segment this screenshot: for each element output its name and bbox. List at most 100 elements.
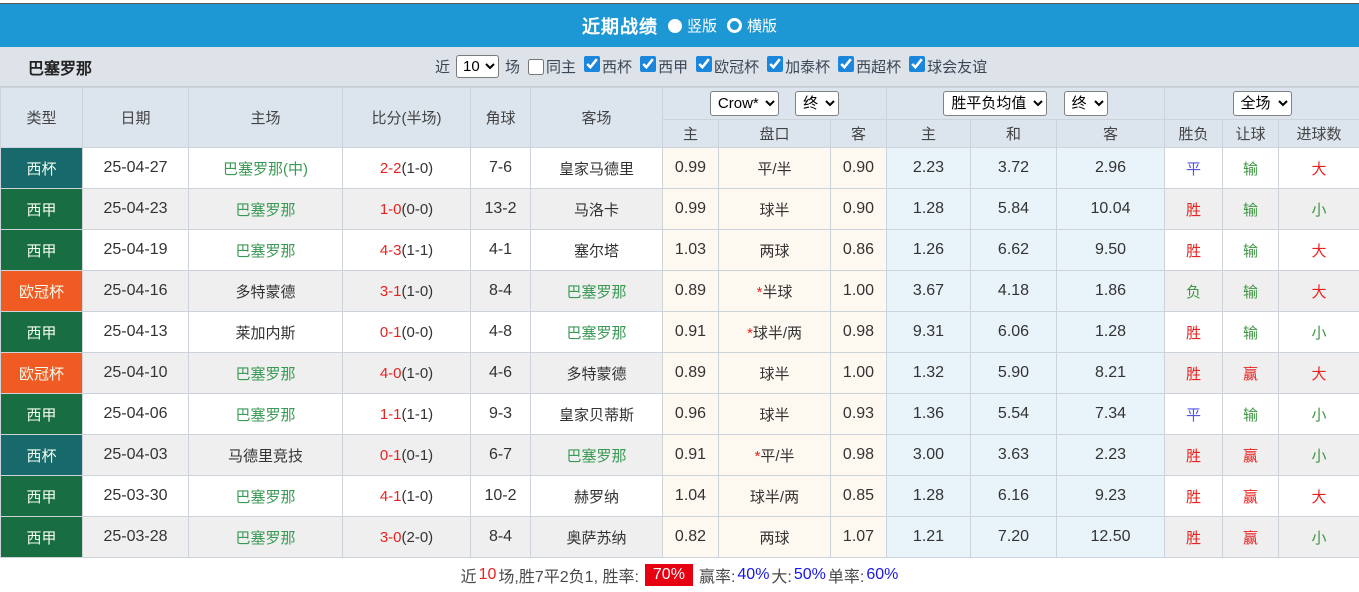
halftime-score: (1-0) [401, 282, 434, 300]
type-badge: 西杯 [0, 434, 83, 476]
competition-checkbox-1[interactable] [640, 56, 657, 72]
result-cell: 胜 [1164, 311, 1224, 353]
subheader-avg-away: 客 [1055, 119, 1166, 148]
handicap-away-odds: 0.98 [830, 434, 887, 476]
avg-home-odds: 1.21 [886, 516, 971, 558]
horizontal-radio-unselected[interactable] [727, 18, 742, 33]
competition-checkbox-3[interactable] [767, 56, 784, 72]
subheader-handicap-home: 主 [662, 119, 719, 148]
date-cell: 25-04-16 [82, 270, 189, 312]
corner-cell: 13-2 [470, 188, 531, 230]
handicap-line: 球半 [718, 393, 831, 435]
result-cell: 胜 [1164, 352, 1224, 394]
same-home-label[interactable]: 同主 [546, 56, 576, 77]
let-ball-result-cell: 输 [1222, 270, 1280, 312]
competition-checkbox-4[interactable] [838, 56, 855, 72]
col-header-corner: 角球 [470, 87, 531, 148]
competition-label-3[interactable]: 加泰杯 [785, 59, 830, 76]
handicap-away-odds: 0.86 [830, 229, 887, 271]
near-label: 近 [435, 59, 451, 76]
type-badge: 西甲 [0, 475, 83, 517]
type-badge: 欧冠杯 [0, 270, 83, 312]
let-ball-result-cell: 输 [1222, 147, 1280, 189]
type-badge: 西甲 [0, 188, 83, 230]
summary-text-5: 40% [737, 566, 770, 583]
handicap-line: *半球 [718, 270, 831, 312]
avg-draw-odds: 6.16 [970, 475, 1057, 517]
avg-away-odds: 9.50 [1055, 229, 1166, 271]
competition-checkbox-5[interactable] [909, 56, 926, 72]
avg-away-odds: 2.96 [1055, 147, 1166, 189]
competition-label-0[interactable]: 西杯 [602, 59, 632, 76]
score-cell: 1-0(0-0) [342, 188, 471, 230]
bookmaker-time-select[interactable]: 终 [795, 91, 840, 116]
corner-cell: 6-7 [470, 434, 531, 476]
avg-odds-select[interactable]: 胜平负均值 [943, 91, 1048, 116]
avg-draw-odds: 5.90 [970, 352, 1057, 394]
competition-label-1[interactable]: 西甲 [658, 59, 688, 76]
avg-home-odds: 1.26 [886, 229, 971, 271]
type-badge: 西甲 [0, 311, 83, 353]
subheader-result: 胜负 [1164, 119, 1224, 148]
avg-draw-odds: 5.84 [970, 188, 1057, 230]
competition-label-4[interactable]: 西超杯 [856, 59, 901, 76]
fulltime-score: 4-1 [379, 487, 402, 505]
table-row: 西甲 25-04-19 巴塞罗那 4-3(1-1) 4-1 塞尔塔 1.03 两球 0.86 1.… [0, 229, 1359, 271]
competition-checkbox-0[interactable] [584, 56, 601, 72]
same-home-checkbox[interactable] [528, 58, 545, 75]
handicap-home-odds: 0.91 [662, 434, 719, 476]
title-bar: 近期战绩 竖版 横版 [0, 4, 1359, 47]
table-row: 欧冠杯 25-04-16 多特蒙德 3-1(1-0) 8-4 巴塞罗那 0.89 *半球 1.0… [0, 270, 1359, 312]
score-cell: 1-1(1-1) [342, 393, 471, 435]
competition-checkbox-2[interactable] [696, 56, 713, 72]
handicap-home-odds: 1.04 [662, 475, 719, 517]
page-title: 近期战绩 [581, 16, 658, 37]
home-team: 巴塞罗那 [188, 188, 343, 230]
score-cell: 4-1(1-0) [342, 475, 471, 517]
table-row: 西甲 25-04-06 巴塞罗那 1-1(1-1) 9-3 皇家贝蒂斯 0.96 球半 0.93… [0, 393, 1359, 435]
table-row: 西甲 25-04-23 巴塞罗那 1-0(0-0) 13-2 马洛卡 0.99 球半 0.90 1… [0, 188, 1359, 230]
corner-cell: 7-6 [470, 147, 531, 189]
avg-draw-odds: 6.06 [970, 311, 1057, 353]
corner-cell: 8-4 [470, 516, 531, 558]
fulltime-score: 0-1 [379, 323, 402, 341]
goals-result-cell: 大 [1278, 229, 1359, 271]
vertical-radio-selected[interactable] [667, 18, 682, 33]
halftime-score: (2-0) [401, 528, 434, 546]
avg-draw-odds: 3.72 [970, 147, 1057, 189]
avg-away-odds: 10.04 [1055, 188, 1166, 230]
handicap-line: 平/半 [718, 147, 831, 189]
scope-select[interactable]: 全场 [1232, 91, 1292, 116]
result-cell: 胜 [1164, 516, 1224, 558]
halftime-score: (1-0) [401, 159, 434, 177]
competition-label-5[interactable]: 球会友谊 [927, 59, 987, 76]
handicap-home-odds: 0.99 [662, 188, 719, 230]
let-ball-result-cell: 输 [1222, 188, 1280, 230]
avg-away-odds: 12.50 [1055, 516, 1166, 558]
goals-result-cell: 小 [1278, 434, 1359, 476]
away-team: 巴塞罗那 [530, 270, 663, 312]
match-count-select[interactable]: 10 [456, 55, 500, 78]
summary-text-7: 50% [793, 566, 826, 583]
goals-result-cell: 大 [1278, 147, 1359, 189]
score-cell: 3-1(1-0) [342, 270, 471, 312]
away-team: 巴塞罗那 [530, 434, 663, 476]
summary-text-2: 场,胜7平2负1, 胜率: [498, 569, 639, 586]
table-row: 西杯 25-04-03 马德里竞技 0-1(0-1) 6-7 巴塞罗那 0.91 *平/半 0.… [0, 434, 1359, 476]
competition-label-2[interactable]: 欧冠杯 [714, 59, 759, 76]
subheader-avg-draw: 和 [970, 119, 1057, 148]
avg-draw-odds: 3.63 [970, 434, 1057, 476]
avg-time-select[interactable]: 终 [1063, 91, 1108, 116]
bookmaker-select[interactable]: Crow* [709, 91, 779, 116]
date-cell: 25-04-06 [82, 393, 189, 435]
horizontal-radio-label[interactable]: 横版 [747, 15, 777, 36]
avg-draw-odds: 4.18 [970, 270, 1057, 312]
vertical-radio-label[interactable]: 竖版 [687, 15, 717, 36]
score-cell: 2-2(1-0) [342, 147, 471, 189]
handicap-line: 球半 [718, 188, 831, 230]
filter-group: 近 10 场 同主 西杯 西甲 欧冠杯 加泰杯 西超杯 球会友谊 [435, 55, 987, 78]
results-table: 类型 日期 主场 比分(半场) 角球 客场 Crow* 终 胜平负均值 终 全场… [0, 87, 1359, 558]
result-cell: 胜 [1164, 434, 1224, 476]
summary-text-4: 赢率: [698, 569, 736, 586]
away-team: 皇家马德里 [530, 147, 663, 189]
